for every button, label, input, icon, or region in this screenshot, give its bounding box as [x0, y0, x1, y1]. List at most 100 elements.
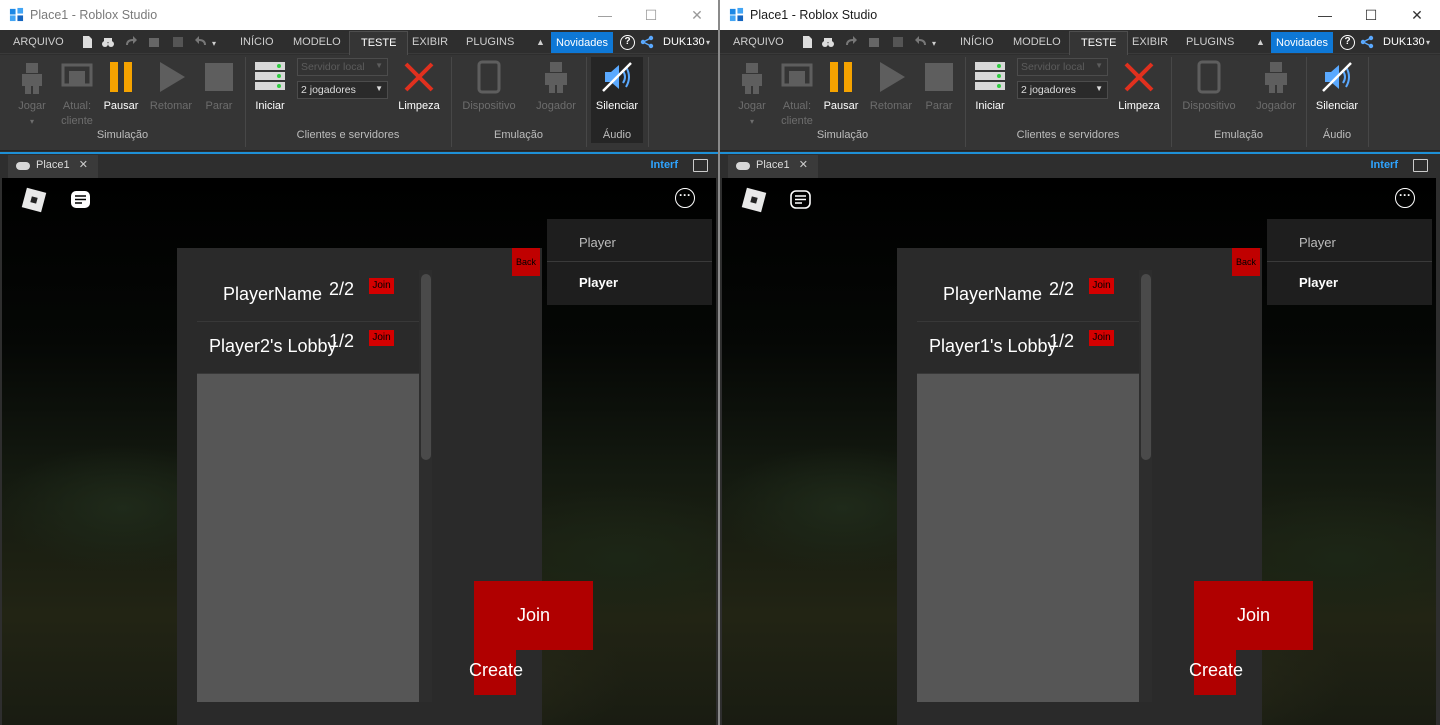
limpeza-button[interactable]: Limpeza: [396, 59, 442, 131]
user-chevron-icon[interactable]: ▾: [1426, 38, 1430, 47]
roblox-logo-icon[interactable]: [741, 187, 767, 213]
lobby-join-button[interactable]: Join: [1089, 278, 1114, 294]
quick-access-chevron-icon[interactable]: ▾: [212, 39, 216, 48]
plugin-icon[interactable]: [867, 35, 881, 49]
interf-toggle[interactable]: Interf: [651, 159, 679, 171]
share-icon[interactable]: [640, 35, 654, 49]
scrollbar[interactable]: [1139, 270, 1152, 702]
minimize-icon[interactable]: —: [582, 0, 628, 30]
tab-teste[interactable]: TESTE: [349, 31, 409, 55]
plugin-icon[interactable]: [147, 35, 161, 49]
player-list-item[interactable]: Player: [1299, 275, 1338, 290]
game-viewport[interactable]: ··· Player Player Back PlayerName 2/2 Jo…: [2, 178, 716, 725]
collapse-ribbon-icon[interactable]: ▲: [536, 37, 545, 47]
roblox-logo-icon[interactable]: [21, 187, 47, 213]
user-chevron-icon[interactable]: ▾: [706, 38, 710, 47]
servidor-local-select[interactable]: Servidor local ▼: [297, 58, 388, 76]
tab-modelo[interactable]: MODELO: [293, 36, 341, 48]
scrollbar-thumb[interactable]: [1141, 274, 1151, 460]
quick-access-chevron-icon[interactable]: ▾: [932, 39, 936, 48]
jogar-button[interactable]: Jogar ▾: [12, 59, 52, 131]
redo-arrow-icon[interactable]: [844, 35, 858, 49]
pausar-button[interactable]: Pausar: [101, 59, 141, 131]
binoculars-icon[interactable]: [821, 35, 835, 49]
tab-inicio[interactable]: INÍCIO: [240, 36, 274, 48]
atual-cliente-button[interactable]: Atual: cliente: [777, 59, 817, 131]
parar-button[interactable]: Parar: [920, 59, 958, 131]
screen-toggle-icon[interactable]: [693, 159, 708, 172]
interf-toggle[interactable]: Interf: [1371, 159, 1399, 171]
maximize-icon[interactable]: ☐: [628, 0, 674, 30]
scrollbar[interactable]: [419, 270, 432, 702]
create-label[interactable]: Create: [469, 660, 523, 681]
close-icon[interactable]: ✕: [674, 0, 720, 30]
novidades-button[interactable]: Novidades: [551, 32, 613, 53]
new-file-icon[interactable]: [800, 35, 814, 49]
menu-arquivo[interactable]: ARQUIVO: [733, 36, 784, 48]
undo-icon[interactable]: [914, 35, 928, 49]
join-button[interactable]: Join: [474, 581, 593, 650]
user-name[interactable]: DUK130: [1383, 36, 1425, 48]
game-viewport[interactable]: ··· Player Player Back PlayerName 2/2 Jo…: [722, 178, 1436, 725]
parar-button[interactable]: Parar: [200, 59, 238, 131]
tab-exibir[interactable]: EXIBIR: [1132, 36, 1168, 48]
pausar-button[interactable]: Pausar: [821, 59, 861, 131]
jogar-button[interactable]: Jogar ▾: [732, 59, 772, 131]
retomar-button[interactable]: Retomar: [148, 59, 194, 131]
close-icon[interactable]: ✕: [1394, 0, 1440, 30]
more-options-icon[interactable]: ···: [1395, 188, 1415, 208]
servidor-local-select[interactable]: Servidor local ▼: [1017, 58, 1108, 76]
collapse-ribbon-icon[interactable]: ▲: [1256, 37, 1265, 47]
tab-modelo[interactable]: MODELO: [1013, 36, 1061, 48]
scrollbar-thumb[interactable]: [421, 274, 431, 460]
close-tab-icon[interactable]: ✕: [799, 158, 808, 171]
player-list-item[interactable]: Player: [579, 275, 618, 290]
redo-arrow-icon[interactable]: [124, 35, 138, 49]
tab-plugins[interactable]: PLUGINS: [466, 36, 514, 48]
jogador-button[interactable]: Jogador: [530, 59, 582, 131]
player-list-item[interactable]: Player: [579, 235, 616, 250]
retomar-button[interactable]: Retomar: [868, 59, 914, 131]
silenciar-button[interactable]: Silenciar: [591, 59, 643, 131]
share-icon[interactable]: [1360, 35, 1374, 49]
menu-arquivo[interactable]: ARQUIVO: [13, 36, 64, 48]
tab-place1[interactable]: Place1 ✕: [728, 155, 818, 178]
lobby-join-button[interactable]: Join: [369, 278, 394, 294]
tab-inicio[interactable]: INÍCIO: [960, 36, 994, 48]
close-tab-icon[interactable]: ✕: [79, 158, 88, 171]
more-options-icon[interactable]: ···: [675, 188, 695, 208]
atual-cliente-button[interactable]: Atual: cliente: [57, 59, 97, 131]
create-label[interactable]: Create: [1189, 660, 1243, 681]
iniciar-button[interactable]: Iniciar: [970, 59, 1010, 131]
stop-icon[interactable]: [171, 35, 185, 49]
lobby-list[interactable]: PlayerName 2/2 Join Player1's Lobby 1/2 …: [917, 270, 1152, 702]
dispositivo-button[interactable]: Dispositivo: [458, 59, 520, 131]
jogadores-select[interactable]: 2 jogadores ▼: [1017, 81, 1108, 99]
tab-exibir[interactable]: EXIBIR: [412, 36, 448, 48]
novidades-button[interactable]: Novidades: [1271, 32, 1333, 53]
new-file-icon[interactable]: [80, 35, 94, 49]
lobby-join-button[interactable]: Join: [369, 330, 394, 346]
tab-plugins[interactable]: PLUGINS: [1186, 36, 1234, 48]
tab-teste[interactable]: TESTE: [1069, 31, 1129, 55]
iniciar-button[interactable]: Iniciar: [250, 59, 290, 131]
undo-icon[interactable]: [194, 35, 208, 49]
help-icon[interactable]: ?: [1340, 35, 1355, 50]
stop-icon[interactable]: [891, 35, 905, 49]
user-name[interactable]: DUK130: [663, 36, 705, 48]
screen-toggle-icon[interactable]: [1413, 159, 1428, 172]
jogador-button[interactable]: Jogador: [1250, 59, 1302, 131]
player-list-item[interactable]: Player: [1299, 235, 1336, 250]
help-icon[interactable]: ?: [620, 35, 635, 50]
dispositivo-button[interactable]: Dispositivo: [1178, 59, 1240, 131]
join-button[interactable]: Join: [1194, 581, 1313, 650]
back-button[interactable]: Back: [1232, 248, 1260, 276]
chat-icon[interactable]: [70, 190, 91, 209]
lobby-join-button[interactable]: Join: [1089, 330, 1114, 346]
tab-place1[interactable]: Place1 ✕: [8, 155, 98, 178]
lobby-list[interactable]: PlayerName 2/2 Join Player2's Lobby 1/2 …: [197, 270, 432, 702]
binoculars-icon[interactable]: [101, 35, 115, 49]
chat-icon[interactable]: [790, 190, 811, 209]
minimize-icon[interactable]: —: [1302, 0, 1348, 30]
back-button[interactable]: Back: [512, 248, 540, 276]
